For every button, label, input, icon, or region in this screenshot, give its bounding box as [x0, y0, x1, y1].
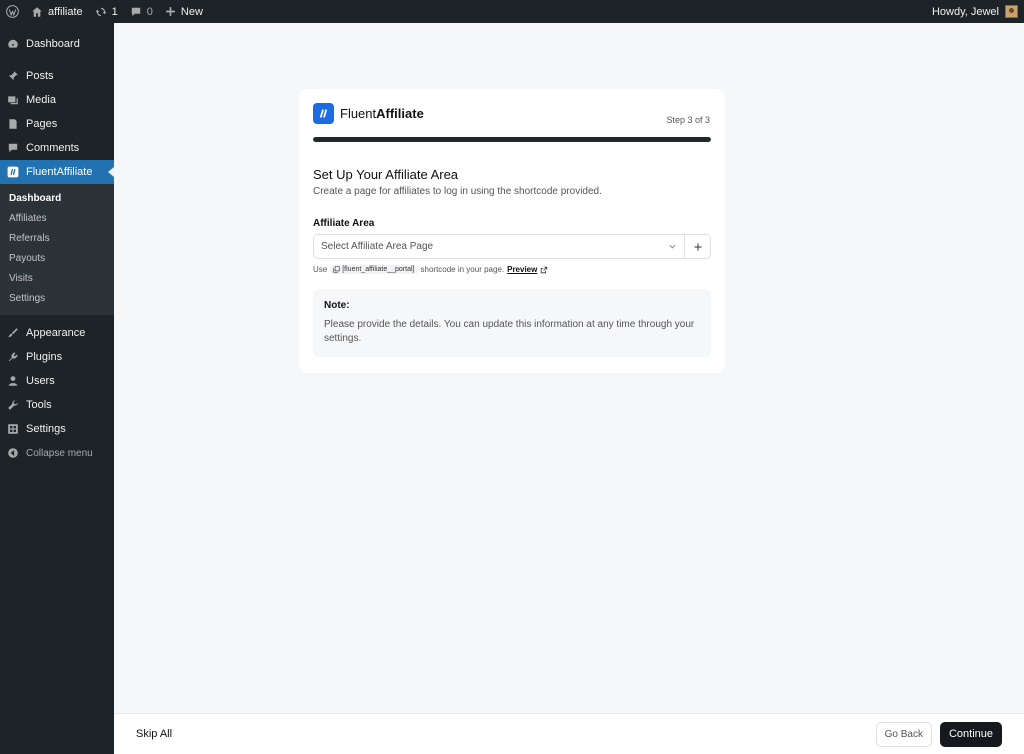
comments-count: 0 [146, 5, 153, 18]
sidebar-item-comments[interactable]: Comments [0, 136, 114, 160]
submenu-item-affiliates[interactable]: Affiliates [0, 209, 114, 229]
updates-icon [95, 7, 107, 16]
note-text: Please provide the details. You can upda… [324, 319, 695, 344]
new-content-link[interactable]: New [159, 0, 209, 23]
sidebar-item-users[interactable]: Users [0, 369, 114, 393]
collapse-label: Collapse menu [26, 447, 93, 459]
admin-bar: affiliate 1 0 New Howdy, Jewel [0, 0, 1024, 23]
sidebar-item-label: Posts [26, 70, 54, 82]
sidebar-item-label: Users [26, 375, 55, 387]
go-back-button[interactable]: Go Back [875, 721, 932, 747]
plus-icon [694, 243, 701, 250]
sidebar-item-pages[interactable]: Pages [0, 112, 114, 136]
sidebar-item-label: Media [26, 94, 56, 106]
fluentaffiliate-logo-icon [313, 103, 334, 124]
sidebar-item-plugins[interactable]: Plugins [0, 345, 114, 369]
submenu-item-visits[interactable]: Visits [0, 269, 114, 289]
pin-icon [7, 70, 19, 82]
sidebar-item-media[interactable]: Media [0, 88, 114, 112]
hint-prefix: Use [313, 265, 328, 274]
avatar [1005, 5, 1018, 18]
hint-suffix: shortcode in your page. [420, 265, 505, 274]
sidebar-item-dashboard[interactable]: Dashboard [0, 32, 114, 56]
copy-icon [333, 266, 340, 273]
step-indicator: Step 3 of 3 [666, 115, 710, 125]
comment-icon [7, 142, 19, 154]
progress-bar-fill [313, 137, 711, 142]
plugin-icon [7, 351, 19, 363]
external-link-icon [541, 266, 548, 273]
sidebar-item-label: Tools [26, 399, 52, 411]
page-description: Create a page for affiliates to log in u… [313, 186, 602, 197]
home-icon [32, 6, 42, 17]
chevron-down-icon [667, 242, 677, 252]
affiliate-area-label: Affiliate Area [313, 218, 375, 229]
admin-sidebar: Dashboard Posts Media Pages Comments Flu… [0, 23, 114, 754]
sidebar-item-label: FluentAffiliate [26, 166, 93, 178]
fluentaffiliate-submenu: Dashboard Affiliates Referrals Payouts V… [0, 184, 114, 315]
howdy-text: Howdy, Jewel [931, 5, 999, 18]
affiliate-area-field: Select Affiliate Area Page [313, 234, 711, 259]
note-title: Note: [324, 300, 350, 311]
sidebar-item-fluentaffiliate[interactable]: FluentAffiliate [0, 160, 114, 184]
collapse-icon [7, 447, 19, 459]
affiliate-area-select[interactable]: Select Affiliate Area Page [313, 234, 685, 259]
fluentaffiliate-logo: FluentAffiliate [313, 103, 424, 124]
updates-link[interactable]: 1 [89, 0, 124, 23]
setup-wizard-card: FluentAffiliate Step 3 of 3 Set Up Your … [299, 89, 725, 373]
user-icon [7, 375, 19, 387]
main-content: FluentAffiliate Step 3 of 3 Set Up Your … [114, 23, 1024, 713]
dashboard-icon [7, 38, 19, 50]
sidebar-item-settings[interactable]: Settings [0, 417, 114, 441]
sidebar-item-label: Pages [26, 118, 58, 130]
pages-icon [7, 118, 19, 130]
footer-actions: Go Back Continue [875, 721, 1002, 747]
sidebar-item-tools[interactable]: Tools [0, 393, 114, 417]
submenu-item-payouts[interactable]: Payouts [0, 249, 114, 269]
account-menu[interactable]: Howdy, Jewel [926, 0, 1024, 23]
select-placeholder: Select Affiliate Area Page [321, 241, 434, 252]
site-name: affiliate [48, 5, 83, 18]
shortcode-hint: Use [fluent_affiliate__portal] shortcode… [313, 265, 548, 274]
sidebar-item-posts[interactable]: Posts [0, 64, 114, 88]
continue-button[interactable]: Continue [939, 721, 1002, 747]
wordpress-logo-button[interactable] [0, 0, 25, 23]
sidebar-item-appearance[interactable]: Appearance [0, 321, 114, 345]
brand-name: FluentAffiliate [340, 106, 424, 121]
new-label: New [180, 5, 203, 18]
sidebar-item-label: Dashboard [26, 38, 80, 50]
shortcode-text: [fluent_affiliate__portal] [342, 266, 415, 273]
sidebar-item-label: Plugins [26, 351, 63, 363]
note-box: Note: Please provide the details. You ca… [313, 289, 711, 357]
submenu-item-referrals[interactable]: Referrals [0, 229, 114, 249]
sidebar-item-label: Comments [26, 142, 80, 154]
sidebar-item-label: Settings [26, 423, 66, 435]
wordpress-icon [6, 5, 19, 18]
wrench-icon [7, 399, 19, 411]
plus-icon [166, 7, 175, 16]
settings-icon [7, 423, 19, 435]
brush-icon [7, 327, 19, 339]
collapse-menu-button[interactable]: Collapse menu [0, 441, 114, 465]
preview-link[interactable]: Preview [507, 265, 537, 274]
sidebar-item-label: Appearance [26, 327, 86, 339]
shortcode-copy[interactable]: [fluent_affiliate__portal] [330, 265, 418, 274]
submenu-item-dashboard[interactable]: Dashboard [0, 189, 114, 209]
page-title: Set Up Your Affiliate Area [313, 167, 459, 182]
comments-link[interactable]: 0 [124, 0, 159, 23]
fluentaffiliate-icon [7, 166, 19, 178]
comment-icon [131, 7, 140, 16]
submenu-item-settings[interactable]: Settings [0, 289, 114, 309]
media-icon [7, 94, 19, 106]
progress-bar [313, 137, 711, 142]
site-name-link[interactable]: affiliate [25, 0, 89, 23]
add-page-button[interactable] [685, 234, 711, 259]
skip-all-button[interactable]: Skip All [136, 728, 172, 740]
updates-count: 1 [111, 5, 118, 18]
wizard-footer: Skip All Go Back Continue [114, 713, 1024, 754]
